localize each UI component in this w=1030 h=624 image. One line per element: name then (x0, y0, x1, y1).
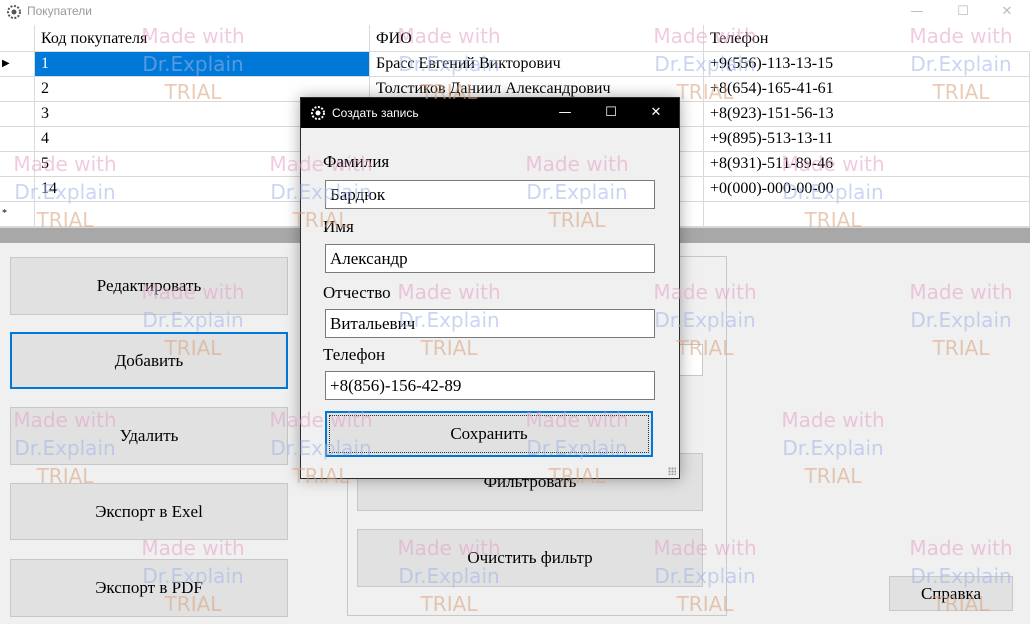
watermark-line1: Made with (909, 280, 1013, 304)
export-excel-button[interactable]: Экспорт в Exel (10, 483, 288, 540)
window-title: Покупатели (27, 4, 92, 18)
table-row[interactable]: ▶ 1 Брасс Евгений Викторович +9(556)-113-13… (0, 52, 1030, 77)
gear-icon (7, 5, 21, 19)
focus-rectangle (329, 415, 649, 453)
row-header[interactable] (0, 152, 35, 177)
edit-button[interactable]: Редактировать (10, 257, 288, 315)
save-button[interactable]: Сохранить (325, 411, 653, 457)
surname-label: Фамилия (323, 152, 390, 171)
close-icon[interactable]: ✕ (633, 98, 679, 128)
delete-button[interactable]: Удалить (10, 407, 288, 465)
row-header[interactable] (0, 102, 35, 127)
minimize-icon[interactable]: — (894, 0, 940, 25)
patronymic-field[interactable] (325, 309, 655, 338)
name-field[interactable] (325, 244, 655, 273)
help-button[interactable]: Справка (889, 576, 1013, 611)
surname-field[interactable] (325, 180, 655, 209)
watermark: Made with Dr.Explain TRIAL (896, 278, 1026, 362)
cell-phone[interactable] (704, 202, 1030, 227)
row-header[interactable] (0, 127, 35, 152)
create-record-dialog: Создать запись — ☐ ✕ Фамилия Имя Отчеств… (300, 97, 680, 479)
phone-label: Телефон (323, 345, 386, 364)
watermark-line2: Dr.Explain (782, 436, 884, 460)
watermark-line1: Made with (909, 536, 1013, 560)
dialog-titlebar: Создать запись — ☐ ✕ (301, 98, 679, 128)
watermark: Made with Dr.Explain TRIAL (768, 406, 898, 490)
cell-phone[interactable]: +8(923)-151-56-13 (704, 102, 1030, 127)
maximize-icon[interactable]: ☐ (588, 98, 634, 128)
column-header-id[interactable]: Код покупателя (35, 25, 370, 52)
export-pdf-button[interactable]: Экспорт в PDF (10, 559, 288, 617)
resize-grip-icon[interactable] (668, 467, 676, 475)
cell-fio[interactable]: Брасс Евгений Викторович (370, 52, 704, 77)
grid-corner-header[interactable] (0, 25, 35, 52)
minimize-icon[interactable]: — (542, 98, 588, 128)
cell-phone[interactable]: +9(556)-113-13-15 (704, 52, 1030, 77)
maximize-icon[interactable]: ☐ (940, 0, 986, 25)
row-header[interactable] (0, 177, 35, 202)
filter-combobox[interactable] (677, 344, 703, 376)
watermark-line3: TRIAL (932, 336, 990, 360)
window-titlebar: Покупатели — ☐ ✕ (0, 0, 1030, 25)
phone-field[interactable] (325, 371, 655, 400)
clear-filter-button[interactable]: Очистить фильтр (357, 529, 703, 587)
watermark-line2: Dr.Explain (910, 308, 1012, 332)
patronymic-label: Отчество (323, 283, 391, 302)
cell-phone[interactable]: +9(895)-513-13-11 (704, 127, 1030, 152)
column-header-fio[interactable]: ФИО (370, 25, 704, 52)
cell-phone[interactable]: +0(000)-000-00-00 (704, 177, 1030, 202)
cell-phone[interactable]: +8(654)-165-41-61 (704, 77, 1030, 102)
gear-icon (311, 106, 325, 120)
dialog-title: Создать запись (332, 106, 419, 120)
watermark-line3: TRIAL (804, 464, 862, 488)
close-icon[interactable]: ✕ (984, 0, 1030, 25)
watermark-line1: Made with (781, 408, 885, 432)
row-header[interactable]: * (0, 202, 35, 227)
cell-id[interactable]: 1 (35, 52, 370, 77)
row-header[interactable] (0, 77, 35, 102)
add-button[interactable]: Добавить (10, 332, 288, 389)
column-header-phone[interactable]: Телефон (704, 25, 1030, 52)
row-header[interactable]: ▶ (0, 52, 35, 77)
cell-phone[interactable]: +8(931)-511-89-46 (704, 152, 1030, 177)
name-label: Имя (323, 217, 354, 236)
